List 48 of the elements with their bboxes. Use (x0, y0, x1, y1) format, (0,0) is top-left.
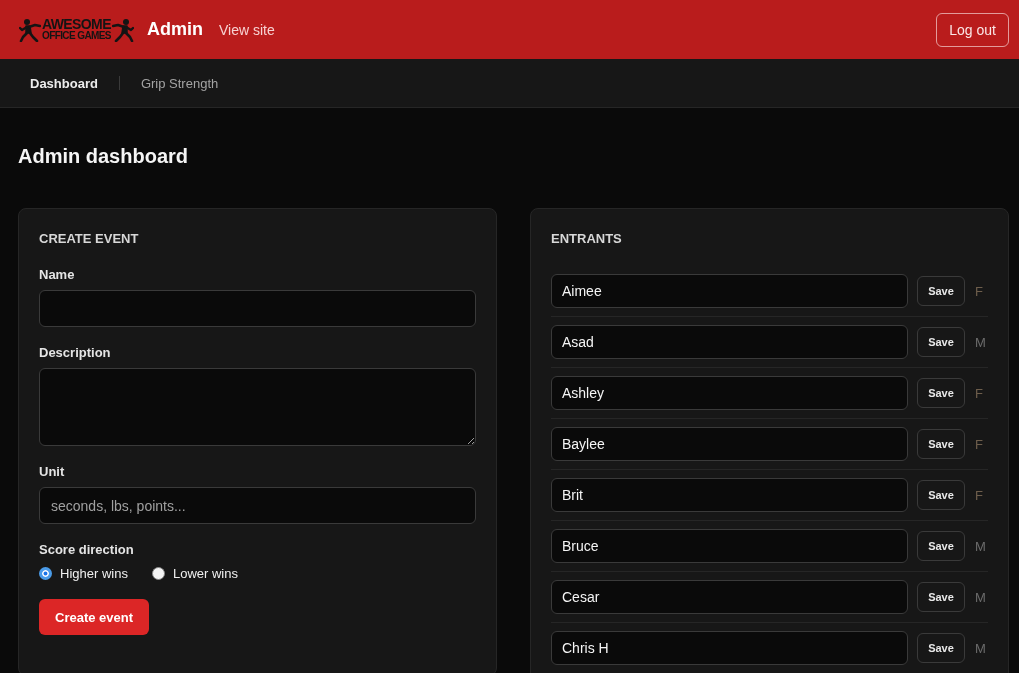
name-input[interactable]: Baylee (551, 427, 908, 461)
save-button[interactable]: Save (917, 378, 965, 408)
save-button[interactable]: Save (917, 582, 965, 612)
gender-letter: M (974, 589, 986, 605)
radio-label: Higher wins (60, 566, 128, 581)
field-label: Unit (39, 464, 66, 480)
logo-text: OFFICE GAMES (42, 31, 111, 41)
save-button[interactable]: Save (917, 633, 965, 663)
logout-button[interactable]: Log out (936, 12, 1009, 47)
card-heading: CREATE EVENT (39, 231, 140, 247)
fighter-silhouette-icon (111, 17, 134, 42)
name-input[interactable]: Aimee (551, 274, 908, 308)
save-button[interactable]: Save (917, 531, 965, 561)
gender-letter: M (974, 334, 986, 350)
input-field[interactable]: seconds, lbs, points... (39, 487, 476, 524)
field-label: Description (39, 345, 112, 361)
name-input[interactable]: Asad (551, 325, 908, 359)
name-input[interactable]: Cesar (551, 580, 908, 614)
field-label: Name (39, 267, 76, 283)
fighter-silhouette-icon (19, 17, 41, 42)
nav-tab[interactable]: Dashboard (30, 75, 98, 91)
input-field[interactable] (39, 290, 476, 327)
name-input[interactable]: Brit (551, 478, 908, 512)
app-title: Admin (147, 19, 203, 40)
save-button[interactable]: Save (917, 276, 965, 306)
gender-letter: F (974, 436, 983, 452)
gender-letter: M (974, 640, 986, 656)
gender-letter: F (974, 385, 983, 401)
gender-letter: F (974, 283, 983, 299)
radio-label: Lower wins (172, 566, 238, 581)
gender-letter: M (974, 538, 986, 554)
create-event-button[interactable]: Create event (39, 599, 150, 635)
gender-letter: F (974, 487, 983, 503)
name-input[interactable]: Bruce (551, 529, 908, 563)
card-heading: ENTRANTS (551, 231, 623, 247)
nav-tab[interactable]: Grip Strength (140, 75, 219, 91)
name-input[interactable]: Chris H (551, 631, 908, 665)
page-title: Admin dashboard (18, 144, 189, 168)
radio-button[interactable] (151, 567, 165, 580)
textarea-field[interactable] (39, 368, 476, 446)
radio-button[interactable] (39, 567, 52, 580)
save-button[interactable]: Save (917, 429, 965, 459)
name-input[interactable]: Ashley (551, 376, 908, 410)
save-button[interactable]: Save (917, 480, 965, 510)
save-button[interactable]: Save (917, 327, 965, 357)
logo-text: AWESOME (42, 18, 111, 32)
field-label: Score direction (39, 542, 135, 558)
view-site-link[interactable]: View site (219, 21, 275, 38)
